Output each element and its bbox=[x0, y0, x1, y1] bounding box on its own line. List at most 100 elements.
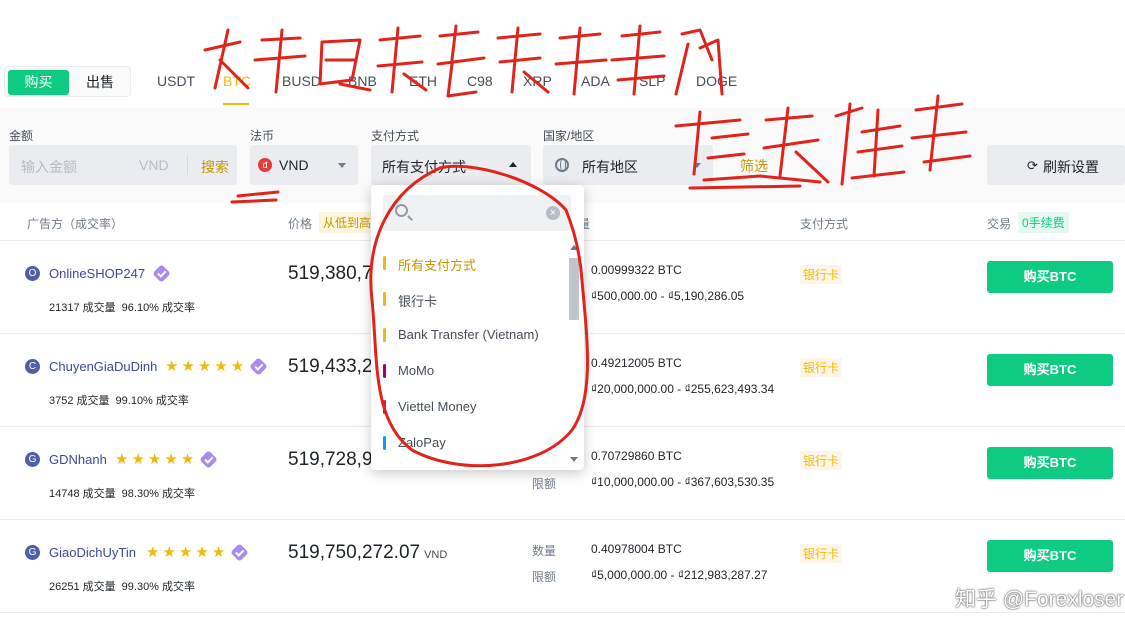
available-quantity: 0.49212005 BTC bbox=[591, 356, 682, 370]
star-icon: ★ bbox=[197, 358, 212, 375]
star-icon: ★ bbox=[214, 358, 228, 375]
completion-rate: 98.30% 成交率 bbox=[121, 488, 196, 500]
payment-option[interactable]: 所有支付方式 bbox=[371, 245, 567, 281]
merchant-name[interactable]: OnlineSHOP247 bbox=[49, 266, 145, 281]
zero-fee-badge: 0手续费 bbox=[1018, 212, 1069, 233]
order-limit: ₫10,000,000.00 - ₫367,603,530.35 bbox=[591, 475, 775, 489]
merchant-stats: 3752 成交量 99.10% 成交率 bbox=[49, 392, 195, 408]
coin-tab-eth[interactable]: ETH bbox=[409, 73, 437, 89]
price-number: 519,380,7 bbox=[288, 263, 373, 284]
clear-icon[interactable]: × bbox=[546, 206, 560, 220]
star-icon: ★ bbox=[131, 451, 145, 468]
price-sort-badge[interactable]: 从低到高 bbox=[319, 212, 376, 233]
payment-option[interactable]: Bank Transfer (Vietnam) bbox=[371, 317, 567, 353]
buy-tab[interactable]: 购买 bbox=[8, 70, 69, 95]
payment-method-tag: 银行卡 bbox=[800, 451, 843, 470]
limit-label: 限额 bbox=[532, 570, 557, 584]
payment-method-tag: 银行卡 bbox=[800, 544, 843, 563]
star-icon: ★ bbox=[195, 544, 209, 561]
payment-color-bar bbox=[383, 364, 386, 378]
price-value: 519,380,7 bbox=[288, 263, 373, 285]
refresh-settings-button[interactable]: ⟳ 刷新设置 bbox=[987, 145, 1125, 185]
star-icon: ★ bbox=[146, 544, 160, 561]
col-trade: 交易 bbox=[987, 217, 1012, 231]
globe-icon bbox=[555, 158, 569, 172]
payment-option-label: 所有支付方式 bbox=[398, 258, 477, 273]
coin-tab-busd[interactable]: BUSD bbox=[282, 73, 321, 89]
payment-option[interactable]: ZaloPay bbox=[371, 425, 567, 461]
star-icon: ★ bbox=[147, 451, 162, 468]
star-icon: ★ bbox=[178, 544, 193, 561]
buy-btc-button[interactable]: 购买BTC bbox=[987, 261, 1113, 293]
scroll-down-arrow-icon[interactable] bbox=[570, 457, 578, 462]
coin-tab-usdt[interactable]: USDT bbox=[157, 73, 195, 89]
amount-field[interactable]: 输入金额 VND 搜索 bbox=[9, 145, 237, 185]
fiat-value: VND bbox=[279, 157, 309, 173]
scrollbar-thumb[interactable] bbox=[569, 258, 579, 320]
coin-tab-xrp[interactable]: XRP bbox=[523, 73, 552, 89]
price-value: 519,750,272.07 VND bbox=[288, 542, 447, 564]
dropdown-search-input[interactable]: × bbox=[383, 195, 571, 231]
fiat-label: 法币 bbox=[250, 129, 275, 143]
payment-option[interactable]: MoMo bbox=[371, 353, 567, 389]
star-icon: ★ bbox=[115, 451, 129, 468]
coin-tab-slp[interactable]: SLP bbox=[639, 73, 665, 89]
payment-color-bar bbox=[383, 436, 386, 450]
avatar[interactable]: O bbox=[25, 266, 40, 281]
merchant-badges: ★ ★ ★ ★ ★ bbox=[165, 357, 268, 376]
amount-search-button[interactable]: 搜索 bbox=[201, 157, 229, 177]
avatar[interactable]: C bbox=[25, 359, 40, 374]
region-select[interactable]: 所有地区 bbox=[543, 145, 713, 185]
payment-option[interactable]: Viettel Money bbox=[371, 389, 567, 425]
payment-color-bar bbox=[383, 328, 386, 342]
fiat-select[interactable]: đ VND bbox=[250, 145, 358, 185]
buy-btc-button[interactable]: 购买BTC bbox=[987, 540, 1113, 572]
buy-sell-toggle: 购买 出售 bbox=[4, 66, 131, 97]
avatar[interactable]: G bbox=[25, 452, 40, 467]
scroll-up-arrow-icon[interactable] bbox=[570, 245, 578, 250]
payment-option[interactable]: 银行卡 bbox=[371, 281, 567, 317]
merchant-name[interactable]: GDNhanh bbox=[49, 452, 107, 467]
coin-tab-btc[interactable]: BTC bbox=[223, 73, 251, 89]
avatar[interactable]: G bbox=[25, 545, 40, 560]
coin-tab-bnb[interactable]: BNB bbox=[348, 73, 377, 89]
price-value: 519,433,2 bbox=[288, 356, 373, 378]
coin-tab-c98[interactable]: C98 bbox=[467, 73, 493, 89]
payment-option-label: Bank Transfer (Vietnam) bbox=[398, 327, 539, 342]
verified-icon bbox=[152, 264, 171, 283]
coin-tab-ada[interactable]: ADA bbox=[581, 73, 610, 89]
amount-label: 金额 bbox=[9, 129, 34, 143]
star-icon: ★ bbox=[180, 451, 195, 468]
page-bottom-edge bbox=[0, 612, 1125, 633]
order-limit: ₫500,000.00 - ₫5,190,286.05 bbox=[591, 289, 745, 303]
merchant-stats: 14748 成交量 98.30% 成交率 bbox=[49, 485, 201, 501]
order-limit: ₫20,000,000.00 - ₫255,623,493.34 bbox=[591, 382, 775, 396]
region-label: 国家/地区 bbox=[543, 129, 595, 143]
chevron-down-icon bbox=[338, 163, 346, 168]
payment-method-tag: 银行卡 bbox=[800, 358, 843, 377]
sell-tab[interactable]: 出售 bbox=[71, 70, 129, 95]
active-tab-indicator bbox=[223, 103, 249, 105]
merchant-badges: ★ ★ ★ ★ ★ bbox=[115, 450, 218, 469]
dropdown-scrollbar[interactable] bbox=[567, 243, 581, 465]
coin-tab-bar: 购买 出售 USDT BTC BUSD BNB ETH C98 XRP ADA … bbox=[0, 58, 1125, 108]
payment-value: 所有支付方式 bbox=[382, 159, 466, 175]
payment-select[interactable]: 所有支付方式 bbox=[371, 145, 531, 185]
available-quantity: 0.00999322 BTC bbox=[591, 263, 682, 277]
coin-tab-doge[interactable]: DOGE bbox=[696, 73, 737, 89]
payment-method-tag: 银行卡 bbox=[800, 265, 843, 284]
payment-method-list: 所有支付方式 银行卡 Bank Transfer (Vietnam) MoMo … bbox=[371, 245, 567, 461]
buy-btc-button[interactable]: 购买BTC bbox=[987, 354, 1113, 386]
merchant-name[interactable]: ChuyenGiaDuDinh bbox=[49, 359, 157, 374]
refresh-icon: ⟳ bbox=[1027, 158, 1038, 173]
filter-link[interactable]: 筛选 bbox=[740, 156, 768, 176]
merchant-badges: ★ ★ ★ ★ ★ bbox=[146, 543, 249, 562]
merchant-stats: 26251 成交量 99.30% 成交率 bbox=[49, 578, 201, 594]
buy-btc-button[interactable]: 购买BTC bbox=[987, 447, 1113, 479]
search-icon bbox=[395, 204, 408, 217]
vnd-flag-icon: đ bbox=[258, 158, 272, 172]
price-number: 519,728,9 bbox=[288, 449, 373, 470]
merchant-name[interactable]: GiaoDichUyTin bbox=[49, 545, 136, 560]
star-icon: ★ bbox=[211, 544, 226, 561]
trade-count: 3752 成交量 bbox=[49, 395, 110, 407]
